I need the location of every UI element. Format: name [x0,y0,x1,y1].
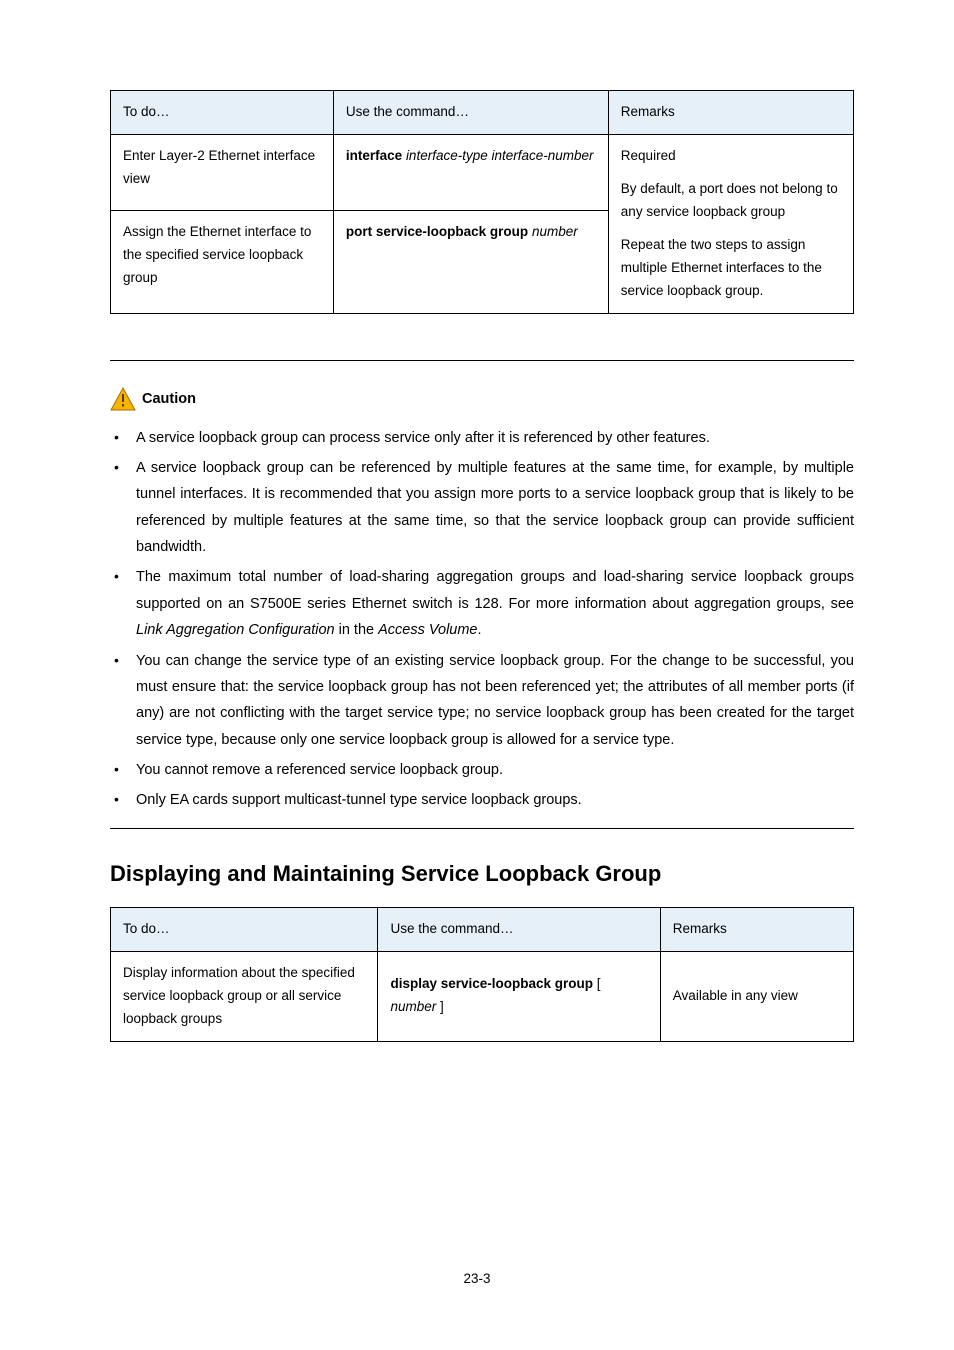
t2-h2: Use the command… [378,907,660,951]
li-ital: Link Aggregation Configuration [136,622,335,638]
t2-h1: To do… [111,907,378,951]
config-steps-table: To do… Use the command… Remarks Enter La… [110,90,854,314]
t1-r1-c3: Required By default, a port does not bel… [608,134,853,313]
t2-r1-c1: Display information about the specified … [111,951,378,1041]
list-item: The maximum total number of load-sharing… [136,564,854,643]
divider-line [110,360,854,361]
list-item: You cannot remove a referenced service l… [136,757,854,783]
cmd-arg: number [532,224,578,239]
list-item: You can change the service type of an ex… [136,648,854,754]
t1-r1-c1: Enter Layer-2 Ethernet interface view [111,134,334,210]
cmd-bracket: [ [597,976,601,991]
li-pre: The maximum total number of load-sharing… [136,569,854,611]
cmd-arg: number [390,999,436,1014]
section-heading: Displaying and Maintaining Service Loopb… [110,861,854,887]
li-mid: in the [335,622,379,638]
cmd-keyword: port service-loopback group [346,224,528,239]
divider-line [110,828,854,829]
cmd-keyword: display service-loopback group [390,976,593,991]
remark-default: By default, a port does not belong to an… [621,178,841,224]
t1-r2-c2: port service-loopback group number [333,211,608,313]
caution-callout: Caution A service loopback group can pro… [110,387,854,814]
list-item: A service loopback group can process ser… [136,425,854,451]
caution-header: Caution [110,387,854,411]
remark-repeat: Repeat the two steps to assign multiple … [621,234,841,303]
cmd-keyword: interface [346,148,402,163]
t1-h3: Remarks [608,91,853,135]
t2-h3: Remarks [660,907,853,951]
display-cmd-table: To do… Use the command… Remarks Display … [110,907,854,1042]
t1-h1: To do… [111,91,334,135]
caution-list: A service loopback group can process ser… [110,425,854,814]
caution-label: Caution [142,391,196,407]
cmd-arg: interface-type interface-number [406,148,594,163]
table-row: Enter Layer-2 Ethernet interface view in… [111,134,854,210]
list-item: Only EA cards support multicast-tunnel t… [136,787,854,813]
cmd-bracket: ] [436,999,444,1014]
page-number: 23-3 [0,1271,954,1286]
t2-r1-c3: Available in any view [660,951,853,1041]
remark-required: Required [621,145,841,168]
warning-icon [110,387,136,411]
li-ital2: Access Volume [378,622,477,638]
table-row: Display information about the specified … [111,951,854,1041]
t1-r1-c2: interface interface-type interface-numbe… [333,134,608,210]
t1-r2-c1: Assign the Ethernet interface to the spe… [111,211,334,313]
list-item: A service loopback group can be referenc… [136,455,854,561]
li-post: . [478,622,482,638]
t2-r1-c2: display service-loopback group [ number … [378,951,660,1041]
t1-h2: Use the command… [333,91,608,135]
